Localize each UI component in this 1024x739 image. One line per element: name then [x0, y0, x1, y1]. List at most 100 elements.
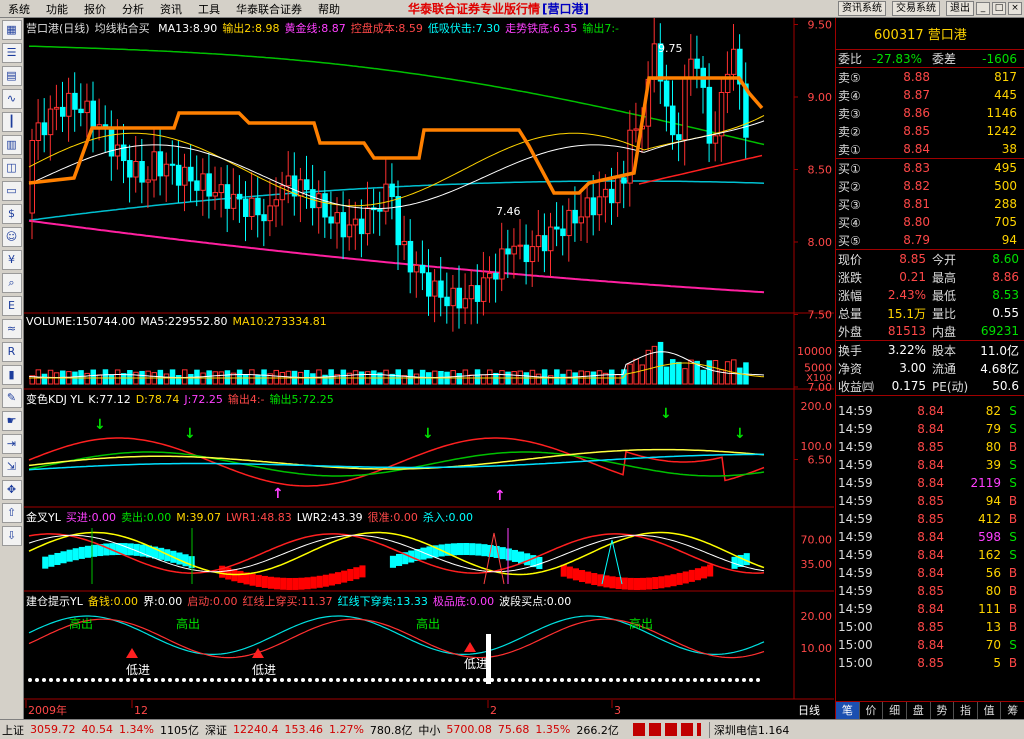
- baseline-dot: [560, 678, 564, 682]
- chart-icon[interactable]: ▦: [1, 20, 22, 40]
- ask-row[interactable]: 卖④ 8.87 445: [836, 86, 1024, 104]
- price-tick-label: 6.50: [808, 454, 833, 467]
- quote-tab-5[interactable]: 指: [954, 702, 978, 719]
- baseline-dot: [742, 678, 746, 682]
- move-icon[interactable]: ✥: [1, 480, 22, 500]
- ask-row[interactable]: 卖⑤ 8.88 817: [836, 68, 1024, 86]
- rsi-icon[interactable]: R: [1, 342, 22, 362]
- quote-tab-0[interactable]: 笔: [836, 702, 860, 719]
- volume-bar: [310, 373, 316, 385]
- menu-function[interactable]: 功能: [38, 1, 76, 17]
- tick-volume: 13: [985, 620, 1001, 634]
- wrench-icon[interactable]: ✎: [1, 388, 22, 408]
- jincha-block: [511, 549, 518, 562]
- bid-row[interactable]: 买② 8.82 500: [836, 177, 1024, 195]
- quote-tab-7[interactable]: 筹: [1001, 702, 1024, 719]
- menu-system[interactable]: 系统: [0, 1, 38, 17]
- wave-icon[interactable]: ≈: [1, 319, 22, 339]
- menu-news[interactable]: 资讯: [152, 1, 190, 17]
- jincha-block: [261, 575, 268, 588]
- quote-tab-3[interactable]: 盘: [907, 702, 931, 719]
- people-icon[interactable]: ☺: [1, 227, 22, 247]
- doc-icon[interactable]: ▭: [1, 181, 22, 201]
- baseline-dot: [658, 678, 662, 682]
- bid-row[interactable]: 买③ 8.81 288: [836, 195, 1024, 213]
- ask-row[interactable]: 卖③ 8.86 1146: [836, 104, 1024, 122]
- dollar-icon[interactable]: $: [1, 204, 22, 224]
- tick-time: 14:59: [838, 584, 873, 598]
- tick-list: 14:59 8.84 82 S 14:59 8.84 79 S 14:59 8.85 80 B 14:5…: [836, 396, 1024, 672]
- candle-icon[interactable]: ┃: [1, 112, 22, 132]
- low-in-label: 低进: [252, 663, 276, 677]
- quote-tab-4[interactable]: 势: [931, 702, 955, 719]
- jincha-block: [316, 575, 323, 588]
- baseline-dot: [413, 678, 417, 682]
- menu-quote[interactable]: 报价: [76, 1, 114, 17]
- tick-side: S: [1009, 458, 1017, 472]
- ask-price: 8.85: [903, 124, 930, 138]
- baseline-dot: [665, 678, 669, 682]
- trade-system-button[interactable]: 交易系统: [892, 1, 940, 16]
- bars-icon[interactable]: ▮: [1, 365, 22, 385]
- up-arrow-icon[interactable]: ⇧: [1, 503, 22, 523]
- volume-bar: [108, 374, 115, 385]
- candle-body: [456, 287, 462, 309]
- tick-row: 14:59 8.84 39 S: [836, 456, 1024, 474]
- tick-row: 14:59 8.85 80 B: [836, 582, 1024, 600]
- candle-body: [273, 199, 279, 207]
- weicha-label: 委差: [932, 52, 957, 66]
- bid-row[interactable]: 买④ 8.80 705: [836, 213, 1024, 231]
- exit-icon[interactable]: ⇥: [1, 434, 22, 454]
- search-icon[interactable]: ⌕: [1, 273, 22, 293]
- tick-volume: 162: [978, 548, 1001, 562]
- minimize-icon[interactable]: _: [976, 2, 990, 15]
- candle-body: [346, 224, 353, 238]
- quote-tab-2[interactable]: 细: [883, 702, 907, 719]
- ask-row[interactable]: 卖① 8.84 38: [836, 140, 1024, 158]
- jincha-block: [72, 548, 79, 561]
- stat-row: 涨跌 0.21 最高 8.86: [836, 268, 1024, 286]
- stat-value: 2.43%: [887, 288, 926, 302]
- jincha-block: [621, 577, 628, 590]
- yen-icon[interactable]: ¥: [1, 250, 22, 270]
- export-icon[interactable]: ⇲: [1, 457, 22, 477]
- volume-bar: [41, 373, 48, 385]
- exit-button[interactable]: 退出: [946, 1, 974, 16]
- ask-row[interactable]: 卖② 8.85 1242: [836, 122, 1024, 140]
- baseline-dot: [133, 678, 137, 682]
- jincha-block: [499, 547, 506, 560]
- candle-body: [615, 177, 621, 204]
- quote-tab-6[interactable]: 值: [978, 702, 1002, 719]
- menu-help[interactable]: 帮助: [310, 1, 348, 17]
- window-icon[interactable]: ◫: [1, 158, 22, 178]
- chart-canvas[interactable]: 9.509.008.508.007.507.006.509.757.461000…: [24, 18, 834, 719]
- candle-body: [182, 166, 188, 186]
- table-icon[interactable]: ▥: [1, 135, 22, 155]
- news-ticker[interactable]: 深圳电信1.164: [708, 721, 789, 738]
- kdj-indicator-value-0: 变色KDJ YL: [26, 393, 84, 406]
- etf-icon[interactable]: E: [1, 296, 22, 316]
- maximize-icon[interactable]: □: [992, 2, 1006, 15]
- volume-bar: [243, 374, 249, 385]
- jincha-block: [475, 543, 482, 556]
- baseline-dot: [637, 678, 641, 682]
- line-icon[interactable]: ∿: [1, 89, 22, 109]
- menu-tools[interactable]: 工具: [190, 1, 228, 17]
- list-icon[interactable]: ☰: [1, 43, 22, 63]
- grid-icon[interactable]: ▤: [1, 66, 22, 86]
- candle-body: [151, 151, 157, 181]
- quote-tab-1[interactable]: 价: [860, 702, 884, 719]
- bid-row[interactable]: 买⑤ 8.79 94: [836, 231, 1024, 249]
- candle-body: [450, 287, 456, 307]
- close-icon[interactable]: ×: [1008, 2, 1022, 15]
- down-arrow-icon[interactable]: ⇩: [1, 526, 22, 546]
- candle-body: [511, 245, 517, 255]
- news-system-button[interactable]: 资讯系统: [838, 1, 886, 16]
- bid-row[interactable]: 买① 8.83 495: [836, 159, 1024, 177]
- title-stock-code: [营口港]: [542, 2, 589, 16]
- hand-icon[interactable]: ☛: [1, 411, 22, 431]
- menu-analysis[interactable]: 分析: [114, 1, 152, 17]
- candle-body: [560, 228, 566, 237]
- menu-broker[interactable]: 华泰联合证券: [228, 1, 310, 17]
- candle-body: [212, 192, 218, 197]
